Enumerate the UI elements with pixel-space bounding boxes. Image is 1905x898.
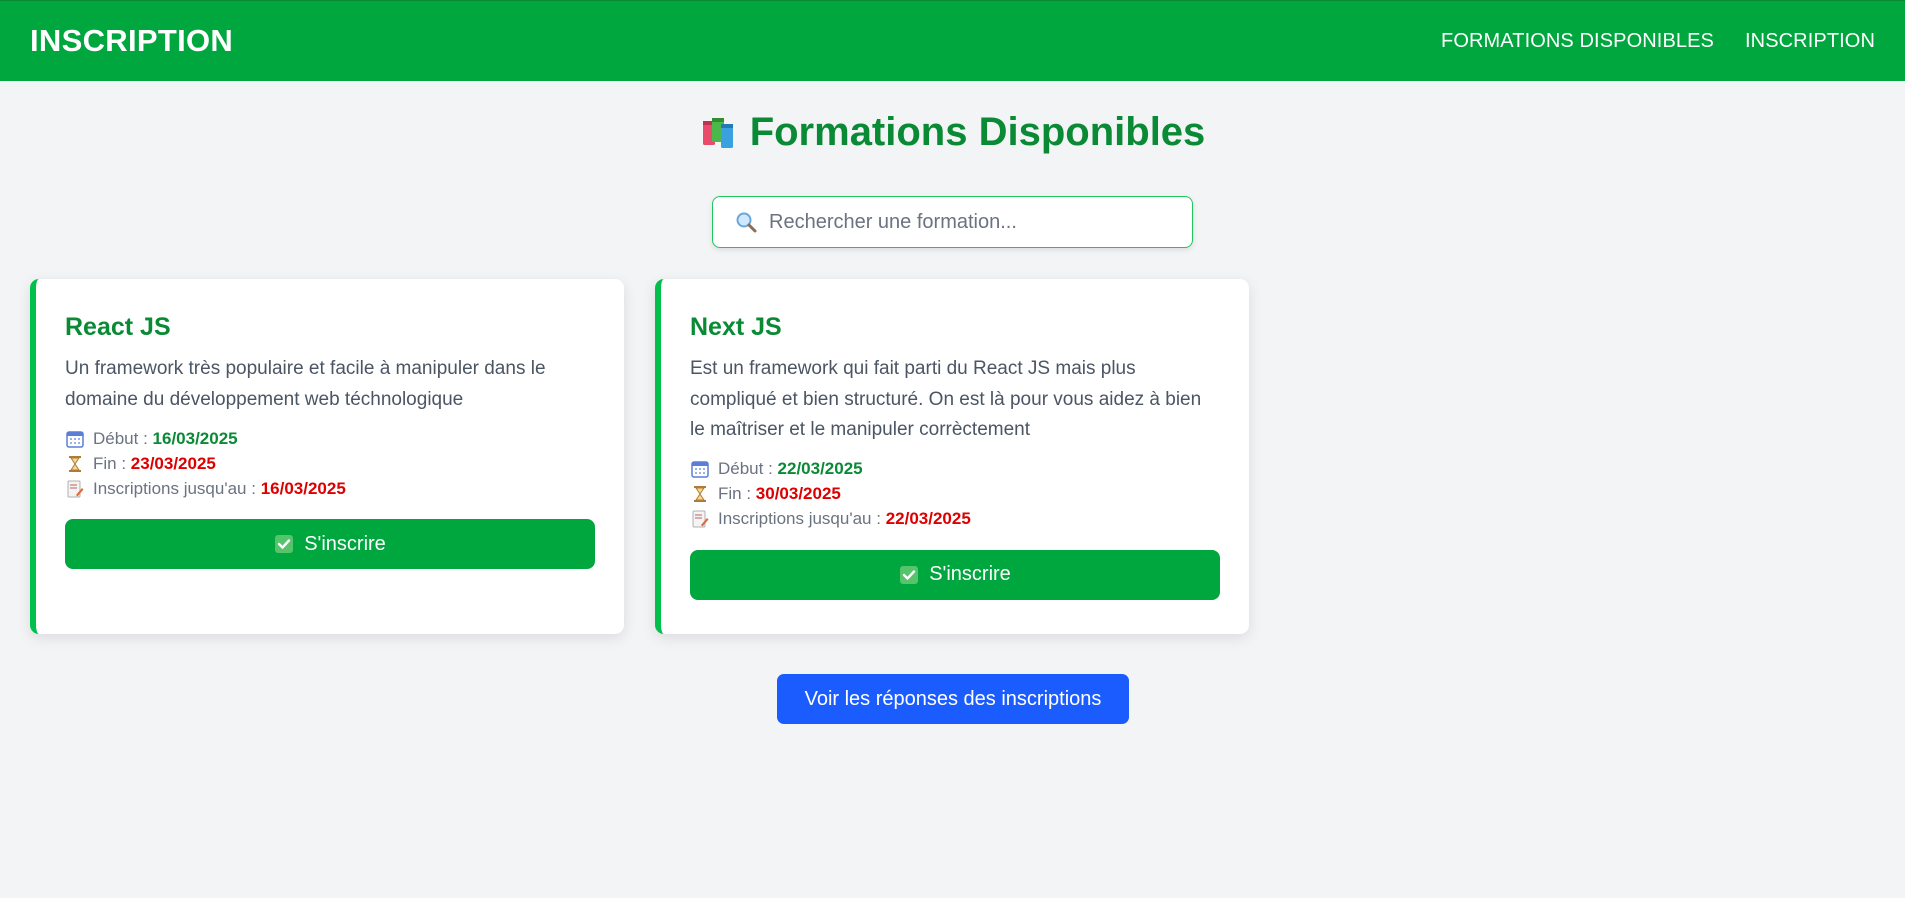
limite-date: 16/03/2025 [260,478,346,498]
view-responses-button[interactable]: Voir les réponses des inscriptions [777,674,1129,724]
debut-label: Début : [93,428,148,448]
formation-title: Next JS [690,313,782,341]
formation-description: Un framework très populaire et facile à … [65,358,546,410]
fin-label: Fin : [718,484,752,503]
debut-date: 22/03/2025 [777,459,863,478]
inscrire-label: S'inscrire [929,563,1011,585]
inscrire-button[interactable]: S'inscrire [690,549,1220,600]
formation-dates: Début : 22/03/2025 Fin : 30/03/2025 Insc… [690,457,1220,532]
search-box [712,196,1193,248]
inscrire-label: S'inscrire [304,532,386,555]
debut-row: Début : 22/03/2025 [690,457,1220,482]
fin-date: 23/03/2025 [130,453,216,473]
formation-card-react: React JS Un framework très populaire et … [30,279,624,634]
fin-row: Fin : 23/03/2025 [65,451,595,476]
formation-card-next: Next JS Est un framework qui fait parti … [655,279,1249,634]
memo-icon [65,479,85,499]
nav-links: FORMATIONS DISPONIBLES INSCRIPTION [1441,30,1875,53]
calendar-icon [65,429,85,449]
hourglass-icon [690,484,710,504]
fin-row: Fin : 30/03/2025 [690,482,1220,507]
limite-label: Inscriptions jusqu'au : [93,478,256,498]
inscrire-button[interactable]: S'inscrire [65,519,595,569]
formation-dates: Début : 16/03/2025 Fin : 23/03/2025 Insc… [65,426,595,501]
limite-label: Inscriptions jusqu'au : [718,509,881,528]
page-title-text: Formations Disponibles [749,110,1206,154]
search-input[interactable] [767,197,1181,248]
top-navbar: INSCRIPTION FORMATIONS DISPONIBLES INSCR… [0,0,1905,81]
calendar-icon [690,459,710,479]
debut-row: Début : 16/03/2025 [65,426,595,451]
limite-row: Inscriptions jusqu'au : 16/03/2025 [65,476,595,501]
check-icon [899,565,919,585]
fin-date: 30/03/2025 [755,484,841,503]
nav-link-inscription[interactable]: INSCRIPTION [1745,30,1875,53]
hourglass-icon [65,454,85,474]
formation-description: Est un framework qui fait parti du React… [690,358,1202,440]
formation-title: React JS [65,313,171,341]
check-icon [274,534,294,554]
memo-icon [690,509,710,529]
brand-logo[interactable]: INSCRIPTION [30,23,233,59]
page-title: Formations Disponibles [0,110,1905,159]
nav-link-formations[interactable]: FORMATIONS DISPONIBLES [1441,30,1714,53]
limite-date: 22/03/2025 [885,509,971,528]
limite-row: Inscriptions jusqu'au : 22/03/2025 [690,507,1220,532]
fin-label: Fin : [93,453,127,473]
debut-label: Début : [718,459,773,478]
magnifier-icon [735,211,757,233]
debut-date: 16/03/2025 [152,428,238,448]
books-icon [700,114,736,159]
